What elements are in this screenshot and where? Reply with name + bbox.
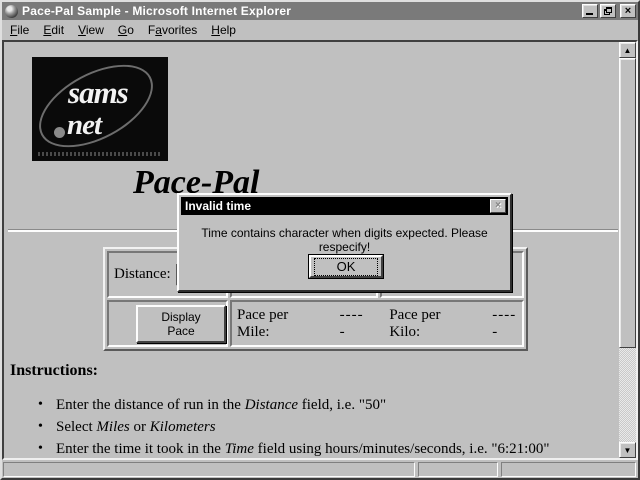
- dialog-message: Time contains character when digits expe…: [179, 226, 510, 254]
- dialog-title-bar[interactable]: Invalid time ×: [181, 197, 508, 215]
- pace-results-cell: Pace per Mile: ----- Pace per Kilo: ----…: [230, 300, 524, 347]
- instructions-heading: Instructions:: [10, 362, 609, 380]
- dialog-ok-button[interactable]: OK: [308, 254, 384, 279]
- instructions-section: Instructions: Enter the distance of run …: [10, 362, 609, 458]
- dialog-close-button[interactable]: ×: [490, 199, 506, 213]
- restore-icon: [604, 7, 612, 15]
- ie-globe-icon: [5, 5, 18, 18]
- status-panel-main: [3, 462, 415, 477]
- logo-dot: [54, 127, 65, 138]
- pace-per-kilo-label: Pace per Kilo:: [389, 307, 474, 341]
- status-bar: [2, 460, 638, 478]
- distance-label: Distance:: [114, 266, 171, 283]
- close-icon: ×: [625, 6, 631, 16]
- scroll-up-button[interactable]: ▲: [619, 42, 636, 58]
- invalid-time-dialog: Invalid time × Time contains character w…: [177, 193, 512, 292]
- menu-view[interactable]: View: [78, 23, 104, 37]
- restore-button[interactable]: [600, 4, 616, 18]
- pace-per-mile-value: -----: [340, 307, 370, 341]
- status-panel-right: [501, 462, 636, 477]
- instruction-item: Select Miles or Kilometers: [10, 416, 609, 438]
- instruction-item: Enter the time it took in the Time field…: [10, 438, 609, 458]
- minimize-icon: [586, 13, 593, 15]
- vertical-scrollbar[interactable]: ▲ ▼: [619, 42, 636, 458]
- scroll-up-icon: ▲: [624, 46, 632, 55]
- menu-go[interactable]: Go: [118, 23, 134, 37]
- scrollbar-thumb[interactable]: [619, 58, 636, 348]
- browser-content-frame: sams net Pace-Pal Distance: Time:: [2, 40, 638, 460]
- scrollbar-track[interactable]: [619, 348, 636, 442]
- web-page: sams net Pace-Pal Distance: Time:: [4, 42, 619, 458]
- dialog-close-icon: ×: [495, 201, 501, 211]
- menu-bar: File Edit View Go Favorites Help: [2, 20, 638, 40]
- close-button[interactable]: ×: [620, 4, 636, 18]
- instructions-list: Enter the distance of run in the Distanc…: [10, 394, 609, 458]
- menu-help[interactable]: Help: [211, 23, 236, 37]
- menu-favorites[interactable]: Favorites: [148, 23, 197, 37]
- pace-per-mile-label: Pace per Mile:: [237, 307, 324, 341]
- logo-sams-text: sams: [68, 75, 128, 111]
- title-bar[interactable]: Pace-Pal Sample - Microsoft Internet Exp…: [2, 2, 638, 20]
- window-title: Pace-Pal Sample - Microsoft Internet Exp…: [22, 4, 582, 18]
- browser-window: Pace-Pal Sample - Microsoft Internet Exp…: [0, 0, 640, 480]
- pace-per-kilo-value: -----: [492, 307, 522, 341]
- display-pace-button[interactable]: Display Pace: [136, 305, 226, 343]
- logo-fineprint: [38, 152, 162, 156]
- logo-net-text: net: [67, 109, 101, 142]
- logo-net-row: net: [54, 109, 101, 142]
- instruction-item: Enter the distance of run in the Distanc…: [10, 394, 609, 416]
- samsnet-logo: sams net: [32, 57, 168, 161]
- menu-file[interactable]: File: [10, 23, 29, 37]
- scroll-down-icon: ▼: [624, 446, 632, 455]
- menu-edit[interactable]: Edit: [43, 23, 64, 37]
- display-pace-cell: Display Pace: [107, 300, 228, 347]
- window-controls: ×: [582, 4, 636, 18]
- status-panel-middle: [418, 462, 498, 477]
- dialog-title: Invalid time: [185, 199, 490, 213]
- minimize-button[interactable]: [582, 4, 598, 18]
- dialog-ok-label: OK: [314, 258, 379, 276]
- scroll-down-button[interactable]: ▼: [619, 442, 636, 458]
